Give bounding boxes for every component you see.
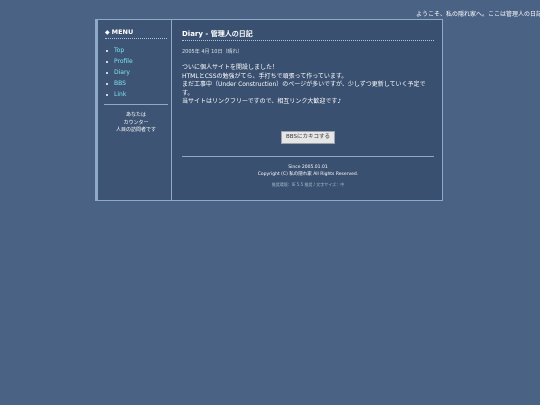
- bullet-icon: [106, 82, 108, 85]
- footer-divider: [182, 156, 434, 157]
- menu-item-label[interactable]: Diary: [114, 69, 130, 76]
- counter-image-alt: カウンター: [123, 119, 149, 126]
- bbs-post-button[interactable]: BBSにカキコする: [281, 131, 335, 144]
- page-title: Diary - 管理人の日記: [182, 30, 253, 38]
- bullet-icon: [106, 60, 108, 63]
- menu-item-label[interactable]: BBS: [114, 80, 126, 87]
- site-container: ◆ MENU Top Profile Diary BBS Link あなたは カウ…: [95, 19, 443, 201]
- footer-copyright: Copyright (C) 私の隠れ家 All Rights Reserved.: [257, 171, 359, 177]
- bullet-icon: [106, 71, 108, 74]
- menu-title-label: MENU: [111, 28, 134, 36]
- sidebar: ◆ MENU Top Profile Diary BBS Link あなたは カウ…: [96, 20, 172, 200]
- menu-divider: [105, 38, 167, 39]
- footer: Since 2005.01.01 Copyright (C) 私の隠れ家 All…: [182, 165, 434, 189]
- menu-item-diary[interactable]: Diary: [106, 67, 133, 78]
- entry-line: 当サイトはリンクフリーですので、相互リンク大歓迎です♪: [182, 98, 342, 106]
- diamond-icon: ◆: [105, 29, 110, 36]
- menu-item-top[interactable]: Top: [106, 45, 133, 56]
- counter-prefix: あなたは: [125, 112, 146, 118]
- bullet-icon: [106, 49, 108, 52]
- menu-title: ◆ MENU: [105, 28, 133, 36]
- menu-item-label[interactable]: Profile: [114, 58, 133, 65]
- entry-date: 2005年 4月 10日（晴れ）: [182, 49, 243, 55]
- welcome-marquee: ようこそ、私の隠れ家へ。ここは管理人の日記: [416, 11, 540, 18]
- main-content: Diary - 管理人の日記 2005年 4月 10日（晴れ） ついに個人サイト…: [182, 29, 434, 107]
- menu-item-bbs[interactable]: BBS: [106, 78, 133, 89]
- bullet-icon: [106, 93, 108, 96]
- sidebar-divider: [104, 104, 168, 105]
- entry-line: ついに個人サイトを開設しました！: [182, 64, 279, 71]
- menu-list: Top Profile Diary BBS Link: [106, 45, 133, 100]
- menu-item-label[interactable]: Top: [114, 47, 124, 54]
- entry-body: ついに個人サイトを開設しました！ HTMLとCSSの勉強がてら、手打ちで頑張って…: [182, 64, 434, 107]
- counter-suffix: 人目の訪問者です: [115, 127, 156, 133]
- entry-line: まだ工事中（Under Construction）のページが多いですが、少しずつ…: [182, 81, 426, 97]
- menu-item-link[interactable]: Link: [106, 89, 133, 100]
- entry-line: HTMLとCSSの勉強がてら、手打ちで頑張って作っています。: [182, 72, 348, 80]
- footer-recommended: 推奨環境：IE 5.5 推奨 / 文字サイズ：中: [271, 182, 345, 187]
- title-divider: [182, 40, 434, 41]
- menu-item-profile[interactable]: Profile: [106, 56, 133, 67]
- menu-item-label[interactable]: Link: [114, 91, 126, 98]
- visitor-counter: あなたは カウンター 人目の訪問者です: [98, 112, 174, 135]
